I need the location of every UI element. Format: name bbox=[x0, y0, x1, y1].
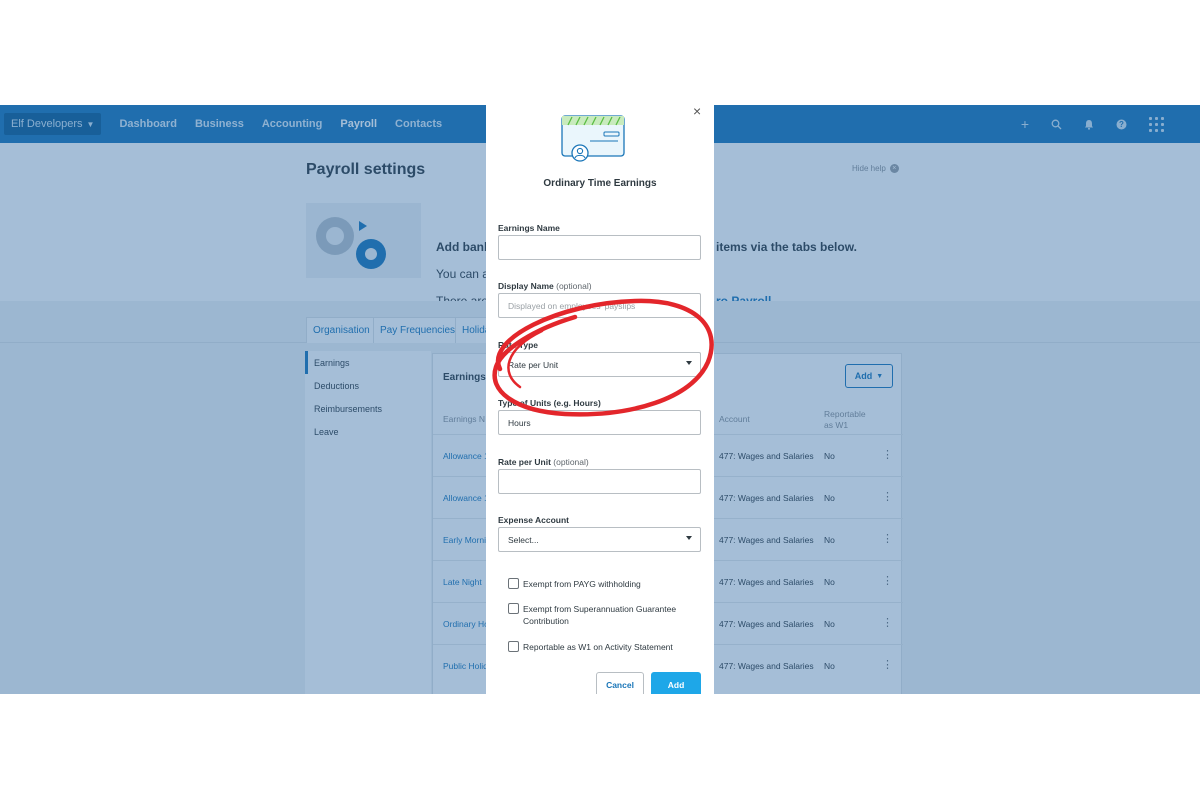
cancel-button[interactable]: Cancel bbox=[596, 672, 644, 694]
rate-type-value: Rate per Unit bbox=[508, 359, 559, 370]
rate-per-unit-label-text: Rate per Unit bbox=[498, 457, 551, 467]
chevron-down-icon bbox=[686, 536, 692, 540]
expense-account-value: Select... bbox=[508, 534, 539, 545]
earnings-card-illustration bbox=[561, 115, 625, 162]
modal-title: Ordinary Time Earnings bbox=[543, 178, 657, 189]
super-exempt-checkbox[interactable] bbox=[508, 603, 519, 614]
reportable-w1-label: Reportable as W1 on Activity Statement bbox=[523, 642, 673, 652]
close-icon[interactable]: × bbox=[693, 105, 701, 119]
chevron-down-icon bbox=[686, 361, 692, 365]
display-name-input[interactable]: Displayed on employees' payslips bbox=[498, 293, 701, 318]
units-type-label: Type of Units (e.g. Hours) bbox=[498, 398, 601, 408]
payg-exempt-label: Exempt from PAYG withholding bbox=[523, 579, 641, 589]
expense-account-label: Expense Account bbox=[498, 515, 570, 525]
rate-per-unit-input[interactable] bbox=[498, 469, 701, 494]
units-type-input[interactable]: Hours bbox=[498, 410, 701, 435]
display-name-label-text: Display Name bbox=[498, 281, 554, 291]
earnings-name-label: Earnings Name bbox=[498, 223, 560, 233]
expense-account-select[interactable]: Select... bbox=[498, 527, 701, 552]
super-exempt-label: Exempt from Superannuation Guarantee Con… bbox=[523, 604, 677, 626]
display-name-label: Display Name (optional) bbox=[498, 281, 592, 291]
rate-per-unit-label: Rate per Unit (optional) bbox=[498, 457, 589, 467]
reportable-w1-checkbox[interactable] bbox=[508, 641, 519, 652]
payg-exempt-checkbox[interactable] bbox=[508, 578, 519, 589]
rate-type-select[interactable]: Rate per Unit bbox=[498, 352, 701, 377]
earnings-modal: × Ordinary Time Earnings Earnings Name D… bbox=[486, 105, 714, 694]
rate-type-label: Rate Type bbox=[498, 340, 538, 350]
earnings-name-input[interactable] bbox=[498, 235, 701, 260]
app-frame: Elf Developers ▼ Dashboard Business Acco… bbox=[0, 105, 1200, 694]
optional-hint: (optional) bbox=[553, 457, 589, 467]
add-button[interactable]: Add bbox=[651, 672, 701, 694]
optional-hint: (optional) bbox=[556, 281, 592, 291]
